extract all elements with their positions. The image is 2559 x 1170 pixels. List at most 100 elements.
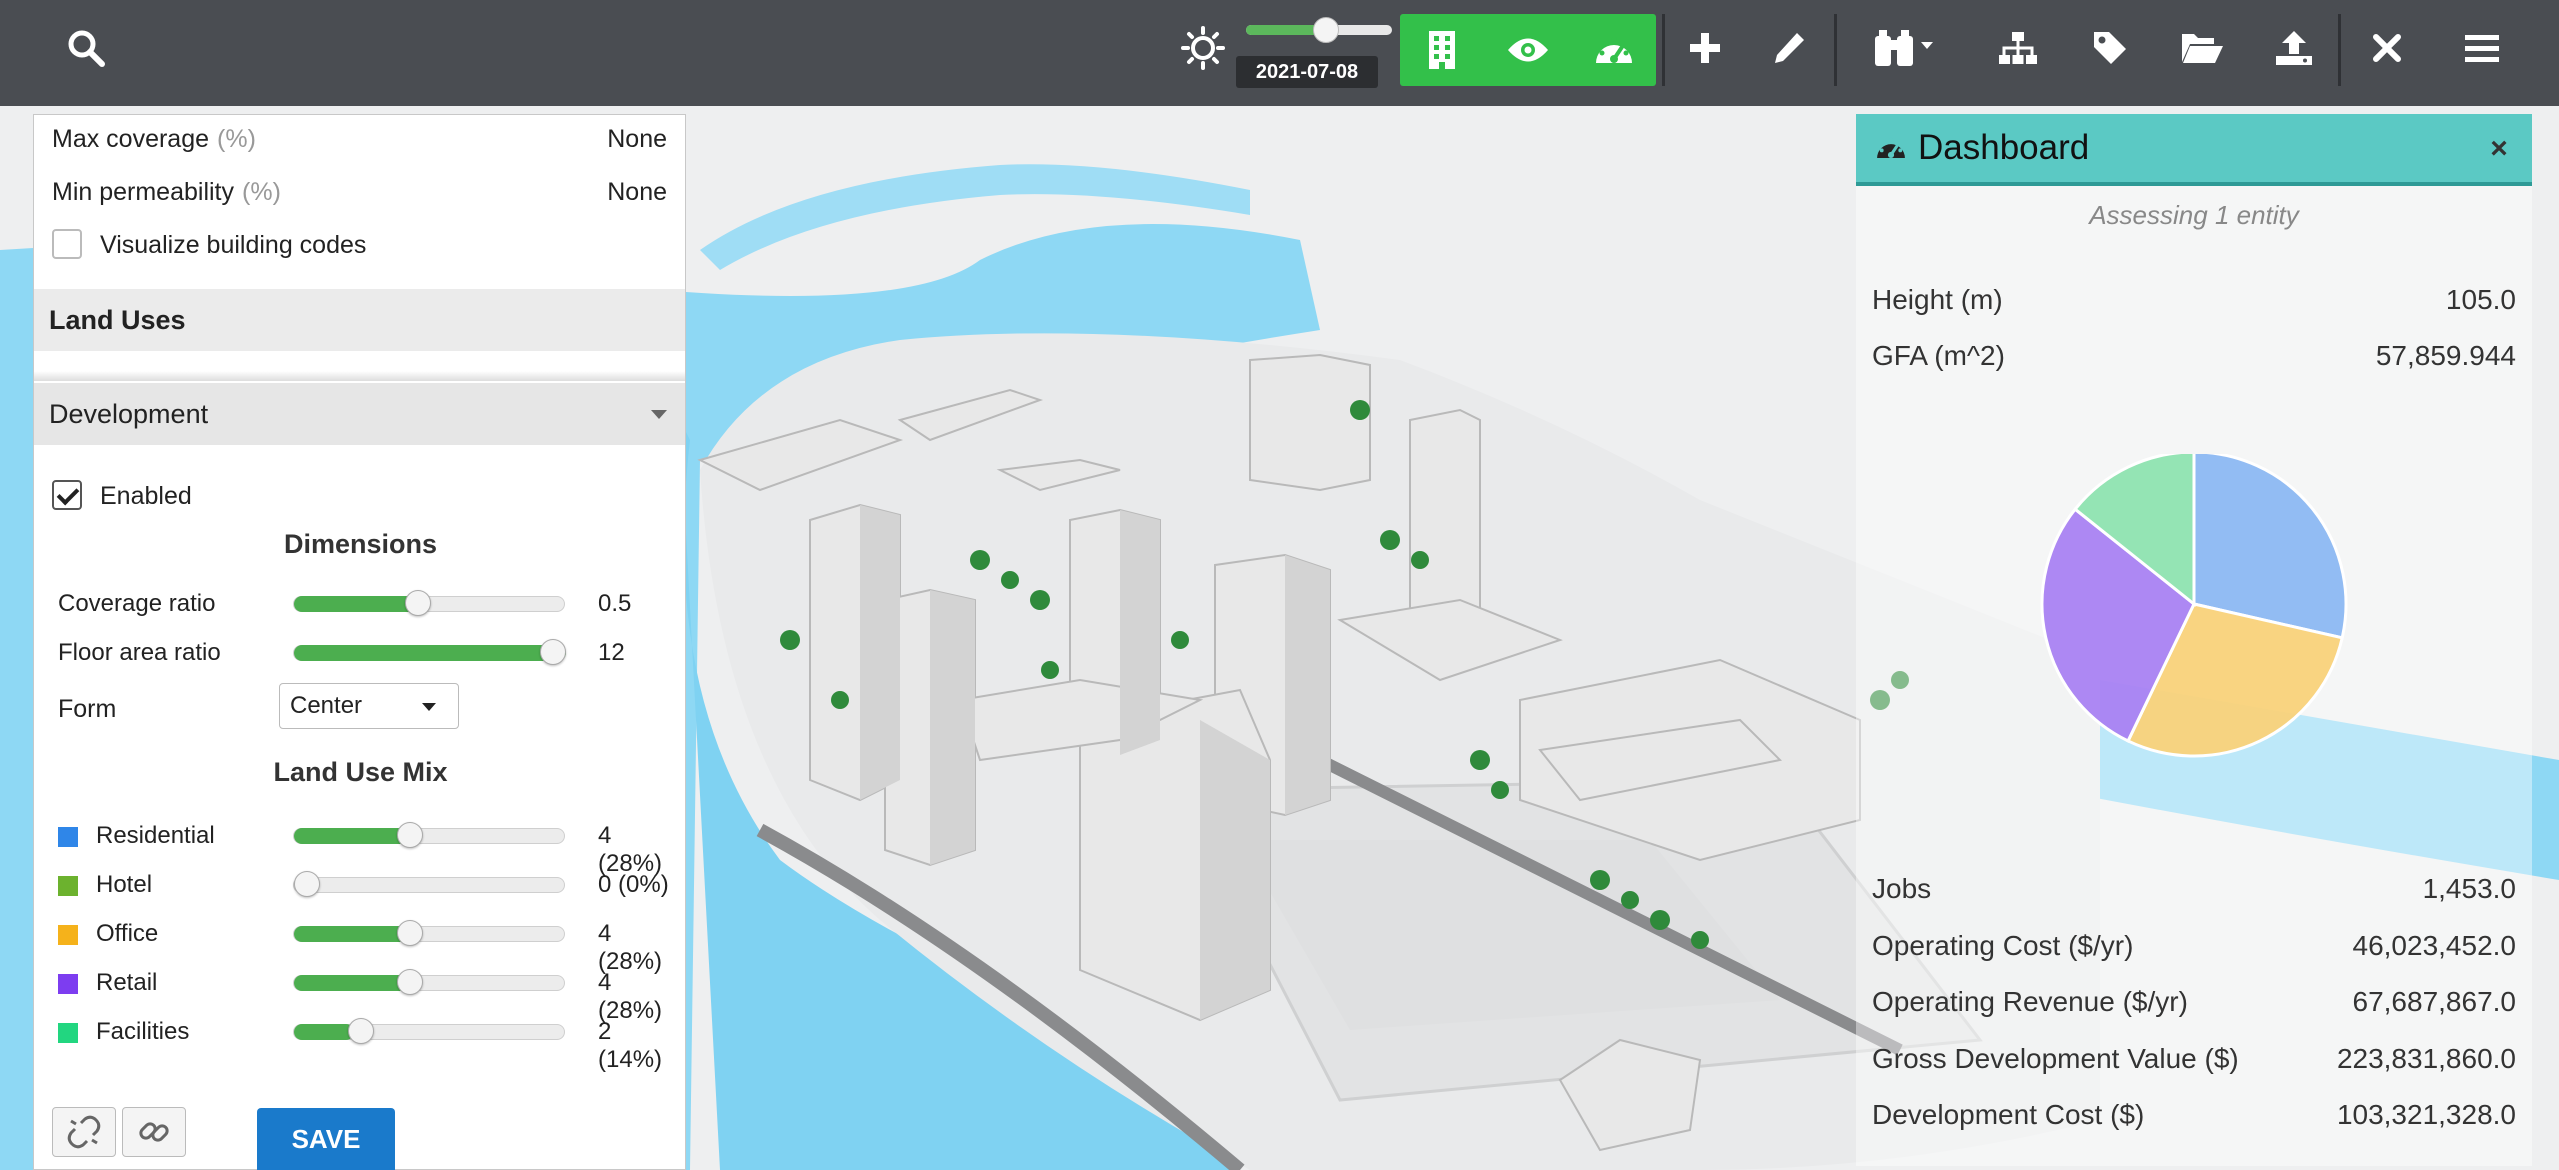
floor-area-ratio-knob[interactable] (540, 639, 566, 665)
max-coverage-label: Max coverage (52, 125, 210, 153)
coverage-ratio-knob[interactable] (404, 590, 431, 616)
caret-down-icon (422, 703, 436, 711)
eye-icon[interactable] (1488, 20, 1568, 80)
min-permeability-value[interactable]: None (607, 178, 667, 207)
color-swatch (58, 1023, 78, 1043)
max-coverage-row: Max coverage (%) None (52, 125, 667, 154)
land-use-slider[interactable] (293, 871, 565, 897)
form-selected-value: Center (290, 692, 363, 719)
height-label: Height (m) (1872, 284, 2003, 315)
land-use-label: Facilities (96, 1018, 190, 1045)
land-use-row-facilities: Facilities 2 (14%) (58, 1015, 678, 1073)
sitemap-icon[interactable] (1990, 18, 2046, 78)
max-coverage-value[interactable]: None (607, 125, 667, 154)
stat-row: Operating Revenue ($/yr) 67,687,867.0 (1872, 986, 2516, 1018)
min-permeability-label: Min permeability (52, 178, 235, 206)
land-use-row-hotel: Hotel 0 (0%) (58, 868, 678, 902)
land-use-slider[interactable] (293, 920, 565, 946)
stat-value: 223,831,860.0 (2336, 1042, 2516, 1074)
stat-row: Development Cost ($) 103,321,328.0 (1872, 1099, 2516, 1131)
floor-area-ratio-slider[interactable] (293, 639, 566, 665)
chevron-down-icon (651, 410, 667, 419)
stat-row: Jobs 1,453.0 (1872, 873, 2516, 905)
land-use-slider[interactable] (293, 969, 565, 995)
land-use-slider[interactable] (293, 1018, 565, 1044)
development-header[interactable]: Development (34, 383, 685, 445)
floor-area-ratio-label: Floor area ratio (58, 639, 221, 666)
height-value: 105.0 (2445, 284, 2516, 315)
development-title: Development (49, 398, 209, 429)
dashboard-gauge-icon[interactable] (1574, 20, 1654, 80)
dimensions-title: Dimensions (283, 529, 438, 559)
binoculars-icon[interactable] (1864, 18, 1944, 78)
date-slider[interactable] (1246, 16, 1392, 43)
search-icon[interactable] (58, 18, 114, 78)
gfa-row: GFA (m^2) 57,859.944 (1872, 340, 2516, 372)
land-use-slider-knob[interactable] (397, 969, 424, 995)
land-use-pie-chart (2040, 454, 2348, 758)
land-use-slider-knob[interactable] (397, 822, 424, 848)
color-swatch (58, 925, 78, 945)
link-icon[interactable] (122, 1107, 186, 1157)
visualize-codes-checkbox[interactable] (52, 229, 82, 259)
land-uses-header[interactable]: Land Uses (34, 289, 685, 351)
building-icon[interactable] (1402, 20, 1482, 80)
toolbar-separator (2338, 14, 2341, 86)
dashboard-subtitle: Assessing 1 entity (2089, 200, 2299, 230)
stat-value: 103,321,328.0 (2336, 1099, 2516, 1130)
date-label: 2021-07-08 (1236, 56, 1378, 88)
upload-icon[interactable] (2266, 18, 2322, 78)
dashboard-panel: Dashboard × Assessing 1 entity Height (m… (1856, 114, 2532, 1166)
color-swatch (58, 974, 78, 994)
color-swatch (58, 876, 78, 896)
stat-value: 46,023,452.0 (2352, 929, 2517, 961)
date-slider-knob[interactable] (1313, 17, 1340, 43)
land-use-slider-knob[interactable] (294, 871, 320, 897)
floor-area-ratio-value: 12 (598, 639, 625, 666)
land-use-row-office: Office 4 (28%) (58, 917, 678, 975)
land-use-label: Residential (96, 822, 215, 849)
land-use-slider-knob[interactable] (348, 1018, 375, 1044)
tag-icon[interactable] (2082, 18, 2138, 78)
stat-label: Gross Development Value ($) (1872, 1042, 2239, 1074)
top-toolbar: 2021-07-08 (0, 0, 2559, 106)
land-use-row-residential: Residential 4 (28%) (58, 819, 678, 877)
stat-label: Jobs (1872, 873, 1932, 904)
floor-area-ratio-row: Floor area ratio 12 (58, 636, 678, 670)
max-coverage-unit: (%) (217, 125, 256, 153)
view-toggle-group (1400, 14, 1656, 86)
land-use-value: 0 (0%) (598, 871, 669, 898)
toolbar-separator (1662, 14, 1665, 86)
dashboard-header: Dashboard × (1856, 114, 2532, 186)
close-icon[interactable]: × (2484, 132, 2514, 165)
land-use-mix-title: Land Use Mix (273, 757, 448, 787)
stat-label: Operating Revenue ($/yr) (1872, 986, 2188, 1017)
gfa-label: GFA (m^2) (1872, 340, 2005, 371)
close-icon[interactable] (2362, 18, 2412, 78)
color-swatch (58, 827, 78, 847)
unlink-icon[interactable] (52, 1107, 116, 1157)
stat-label: Operating Cost ($/yr) (1872, 929, 2134, 961)
save-button[interactable]: SAVE (257, 1108, 395, 1170)
enabled-label: Enabled (100, 482, 192, 510)
min-permeability-unit: (%) (242, 178, 281, 206)
pencil-icon[interactable] (1764, 18, 1814, 78)
coverage-ratio-label: Coverage ratio (58, 590, 216, 617)
land-use-slider-knob[interactable] (397, 920, 424, 946)
hamburger-menu-icon[interactable] (2454, 18, 2510, 78)
sun-icon[interactable] (1176, 18, 1230, 78)
stat-label: Development Cost ($) (1872, 1099, 2145, 1130)
land-use-label: Office (96, 920, 159, 947)
min-permeability-row: Min permeability (%) None (52, 178, 667, 207)
enabled-checkbox[interactable] (52, 480, 82, 510)
land-use-label: Retail (96, 969, 158, 996)
land-use-slider[interactable] (293, 822, 565, 848)
coverage-ratio-slider[interactable] (293, 590, 565, 616)
plus-icon[interactable] (1680, 18, 1730, 78)
properties-panel: Max coverage (%) None Min permeability (%)… (33, 114, 686, 1170)
folder-open-icon[interactable] (2172, 18, 2232, 78)
dashboard-gauge-icon (1877, 137, 1905, 159)
form-select[interactable]: Center (279, 683, 459, 729)
panel-divider (34, 371, 685, 381)
toolbar-separator (1834, 14, 1837, 86)
